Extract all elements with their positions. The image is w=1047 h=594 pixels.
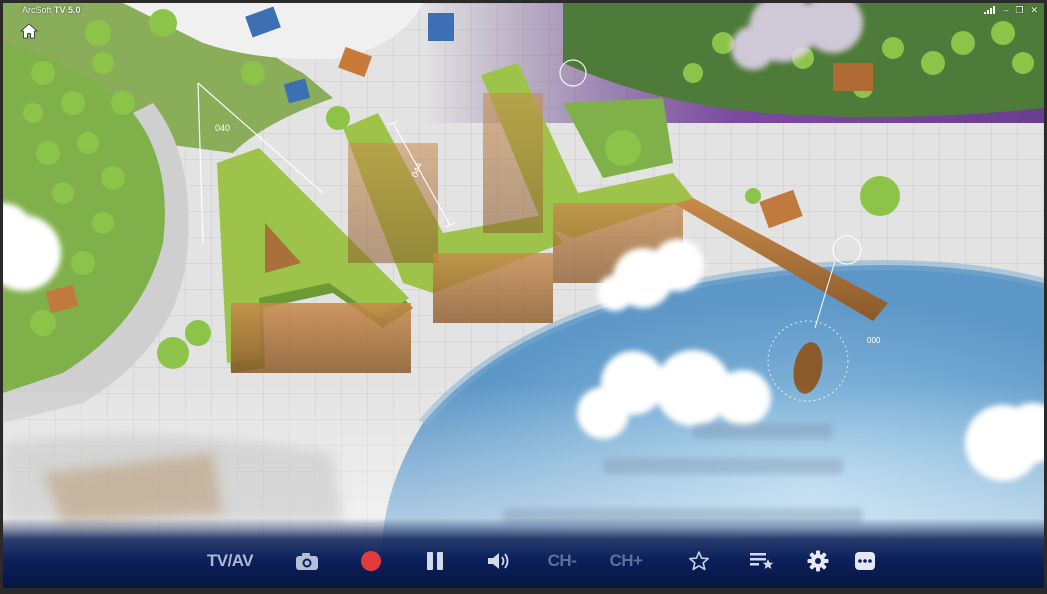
pause-icon bbox=[427, 552, 443, 570]
playlist-button[interactable] bbox=[748, 548, 776, 574]
restore-icon[interactable]: ❐ bbox=[1015, 5, 1023, 15]
close-icon[interactable]: ✕ bbox=[1030, 5, 1038, 15]
channel-up-button[interactable]: CH+ bbox=[605, 548, 647, 574]
favorite-button[interactable] bbox=[687, 548, 711, 574]
settings-button[interactable] bbox=[806, 548, 830, 574]
camera-icon bbox=[296, 553, 318, 570]
measure-label: 000 bbox=[867, 336, 881, 345]
snapshot-button[interactable] bbox=[294, 548, 320, 574]
home-icon bbox=[20, 23, 38, 39]
volume-button[interactable] bbox=[485, 548, 513, 574]
volume-icon bbox=[488, 553, 509, 569]
playlist-icon bbox=[750, 553, 774, 569]
tv-player-window: 040 044 000 ArcSoft TV 5.0 – ❐ ✕ TV/AV C… bbox=[3, 3, 1044, 588]
home-button[interactable] bbox=[20, 23, 40, 41]
settings-icon bbox=[807, 550, 829, 572]
record-icon bbox=[361, 551, 381, 571]
app-version: TV 5.0 bbox=[54, 5, 81, 15]
playback-toolbar: TV/AV CH- CH+ bbox=[3, 518, 1044, 588]
signal-icon bbox=[984, 6, 996, 14]
measure-label: 040 bbox=[215, 123, 230, 133]
app-name: ArcSoft bbox=[22, 5, 52, 15]
tvav-button[interactable]: TV/AV bbox=[203, 548, 257, 574]
more-icon bbox=[855, 552, 875, 570]
channel-down-button[interactable]: CH- bbox=[543, 548, 581, 574]
minimize-icon[interactable]: – bbox=[1003, 5, 1008, 15]
window-controls: – ❐ ✕ bbox=[984, 5, 1038, 15]
app-title: ArcSoft TV 5.0 bbox=[22, 5, 81, 15]
title-bar: ArcSoft TV 5.0 – ❐ ✕ bbox=[3, 3, 1044, 21]
record-button[interactable] bbox=[358, 548, 384, 574]
pause-button[interactable] bbox=[422, 548, 448, 574]
star-icon bbox=[689, 551, 709, 571]
video-frame: 040 044 000 bbox=[3, 3, 1044, 588]
more-button[interactable] bbox=[853, 548, 877, 574]
